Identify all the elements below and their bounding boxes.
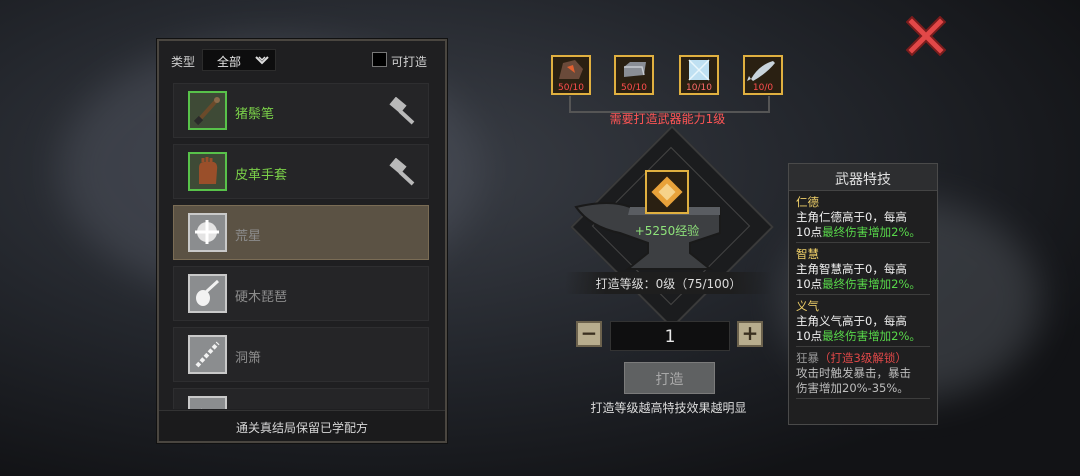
material-slot[interactable]: 10/10 [679,55,719,95]
skill-entry: 义气 主角义气高于0，每高 10点最终伤害增加2%。 [796,299,930,344]
hammer-icon [389,97,415,125]
skill-desc: 主角智慧高于0，每高 [796,262,907,276]
recipe-list[interactable]: 猪鬃笔 皮革手套 荒星 硬木琵琶 洞箫 [173,83,429,409]
filter-row: 类型 全部 可打造 [159,47,445,73]
flute-icon [188,335,227,374]
skills-title-bar: 武器特技 [789,164,937,191]
recipe-panel: 类型 全部 可打造 猪鬃笔 皮革手套 荒星 硬木琵琶 洞箫 通关真结局保留已学配… [157,39,447,443]
skill-desc: 主角仁德高于0，每高 [796,210,907,224]
forge-level-bar: 打造等级：0级（75/100） [565,272,772,294]
material-slot[interactable]: 50/10 [551,55,591,95]
skill-desc-line2: 10点最终伤害增加2%。 [796,329,930,344]
divider [796,294,930,295]
recipe-item[interactable]: 猪鬃笔 [173,83,429,138]
recipe-name: 荒星 [235,229,262,244]
recipe-item[interactable]: 硬木琵琶 [173,266,429,321]
hammer-icon [389,158,415,186]
decrease-button[interactable]: − [576,321,602,347]
skill-desc-line2: 10点最终伤害增加2%。 [796,277,930,292]
type-dropdown[interactable]: 全部 [202,49,276,71]
recipe-name: 硬木琵琶 [235,290,288,305]
forge-button-label: 打造 [655,372,684,388]
recipe-item[interactable] [173,388,429,409]
increase-button[interactable]: + [737,321,763,347]
skill-desc-line2: 10点最终伤害增加2%。 [796,225,930,240]
ice-crystal-icon [688,59,710,81]
close-icon [905,15,947,57]
close-button[interactable] [905,15,947,57]
material-count: 10/0 [752,83,774,93]
material-slot[interactable]: 50/10 [614,55,654,95]
recipe-name: 猪鬃笔 [235,107,275,122]
recipe-item[interactable]: 皮革手套 [173,144,429,199]
material-slot[interactable]: 10/0 [743,55,783,95]
ore-icon [559,60,583,79]
chevron-down-icon [255,56,269,65]
recipe-item-selected[interactable]: 荒星 [173,205,429,260]
skill-lock-note: （打造3级解锁） [819,351,907,365]
pipa-icon [188,274,227,313]
divider [796,346,930,347]
quantity-value: 1 [664,327,676,347]
axe-icon [188,396,227,409]
material-count: 10/10 [686,83,712,93]
skill-entry: 仁德 主角仁德高于0，每高 10点最终伤害增加2%。 [796,195,930,240]
skill-name: 义气 [796,299,819,313]
skill-name: 智慧 [796,247,819,261]
reward-exp: +5250经验 [634,224,700,238]
divider [796,398,930,399]
skill-desc: 主角义气高于0，每高 [796,314,907,328]
skill-desc: 攻击时触发暴击，暴击 [796,366,911,380]
exp-scroll-icon [651,176,683,208]
recipe-name: 洞箫 [235,351,262,366]
star-weapon-icon [188,213,227,252]
skill-desc-prefix: 10点 [796,225,823,239]
iron-ingot-icon [624,62,646,77]
forge-tip: 打造等级越高特技效果越明显 [590,401,747,415]
skill-effect: 最终伤害增加2%。 [822,329,921,343]
reward-slot[interactable] [645,170,689,214]
skill-desc-prefix: 10点 [796,329,823,343]
fish-icon [747,61,775,81]
skill-entry-locked: 狂暴（打造3级解锁） 攻击时触发暴击，暴击 伤害增加20%-35%。 [796,351,930,396]
panel-footer: 通关真结局保留已学配方 [159,410,445,441]
skills-title: 武器特技 [835,172,891,188]
weapon-skills-panel: 武器特技 仁德 主角仁德高于0，每高 10点最终伤害增加2%。 智慧 主角智慧高… [788,163,938,425]
requirement-text: 需要打造武器能力1级 [609,112,726,126]
skill-desc-prefix: 10点 [796,277,823,291]
skill-effect: 最终伤害增加2%。 [822,277,921,291]
skill-desc-line2: 伤害增加20%-35%。 [796,381,909,395]
leather-glove-icon [188,152,227,191]
material-count: 50/10 [621,83,647,93]
material-count: 50/10 [558,83,584,93]
skill-effect: 最终伤害增加2%。 [822,225,921,239]
skill-entry: 智慧 主角智慧高于0，每高 10点最终伤害增加2%。 [796,247,930,292]
quantity-field[interactable]: 1 [610,321,730,351]
forge-button[interactable]: 打造 [624,362,715,394]
skill-name: 仁德 [796,195,819,209]
type-dropdown-value: 全部 [217,55,242,69]
recipe-item[interactable]: 洞箫 [173,327,429,382]
forge-level-text: 打造等级：0级（75/100） [595,277,742,291]
craftable-checkbox[interactable] [372,52,387,67]
brush-icon [188,91,227,130]
skill-name: 狂暴 [796,351,819,365]
skill-name-line: 狂暴（打造3级解锁） [796,351,930,366]
footer-note: 通关真结局保留已学配方 [235,421,368,435]
type-label: 类型 [171,55,196,69]
divider [796,242,930,243]
recipe-name: 皮革手套 [235,168,288,183]
craftable-label: 可打造 [391,55,428,69]
